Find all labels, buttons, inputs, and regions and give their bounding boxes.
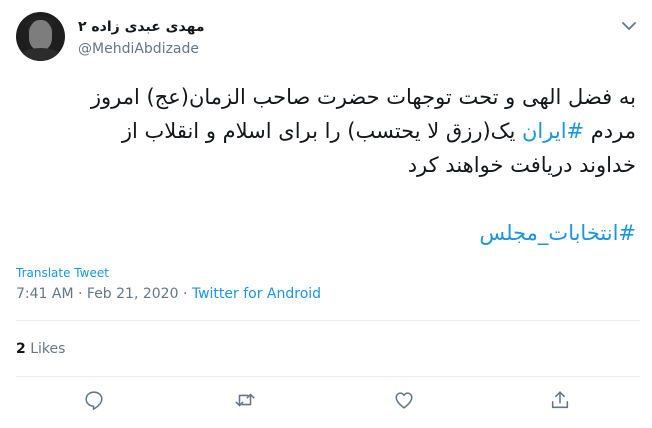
meta-separator: ·	[73, 286, 87, 302]
tweet-line-2: مردم #ایران یک(رزق لا یحتسب) را برای اسل…	[16, 114, 636, 148]
retweet-icon[interactable]	[234, 389, 256, 411]
tweet-actions	[16, 381, 640, 411]
user-avatar[interactable]	[16, 12, 65, 61]
tweet-line-2-end: یک(رزق لا یحتسب) را برای اسلام و انقلاب …	[121, 119, 522, 143]
hashtag-iran-link[interactable]: #ایران	[522, 119, 584, 143]
reply-icon[interactable]	[83, 389, 105, 411]
avatar-shoulders	[18, 48, 63, 61]
heart-icon[interactable]	[393, 389, 415, 411]
tweet-time[interactable]: 7:41 AM	[16, 286, 74, 302]
hashtag-elections-link[interactable]: #انتخابات_مجلس	[479, 221, 636, 245]
tweet-line-1: به فضل الهی و تحت توجهات حضرت صاحب الزما…	[90, 85, 636, 109]
tweet-date[interactable]: Feb 21, 2020	[87, 286, 179, 302]
user-handle[interactable]: @MehdiAbdizade	[78, 41, 199, 57]
divider	[16, 320, 640, 321]
likes-number: 2	[16, 341, 26, 357]
tweet-line-2-start: مردم	[584, 119, 636, 143]
likes-count[interactable]: 2 Likes	[16, 341, 65, 357]
chevron-down-icon[interactable]	[619, 16, 639, 36]
divider	[16, 376, 640, 377]
tweet-source-link[interactable]: Twitter for Android	[192, 286, 321, 302]
share-icon[interactable]	[549, 389, 571, 411]
tweet-header: مهدی عبدی زاده ۲ @MehdiAbdizade	[16, 10, 640, 66]
tweet-body: به فضل الهی و تحت توجهات حضرت صاحب الزما…	[16, 80, 636, 250]
meta-separator: ·	[178, 286, 192, 302]
translate-tweet-link[interactable]: Translate Tweet	[16, 266, 109, 280]
likes-label: Likes	[25, 341, 66, 357]
tweet-line-3: خداوند دریافت خواهند کرد	[407, 153, 636, 177]
tweet-meta: 7:41 AM · Feb 21, 2020 · Twitter for And…	[16, 286, 321, 302]
user-display-name[interactable]: مهدی عبدی زاده ۲	[78, 19, 205, 35]
tweet-spacer	[16, 182, 636, 216]
avatar-face	[29, 20, 52, 50]
